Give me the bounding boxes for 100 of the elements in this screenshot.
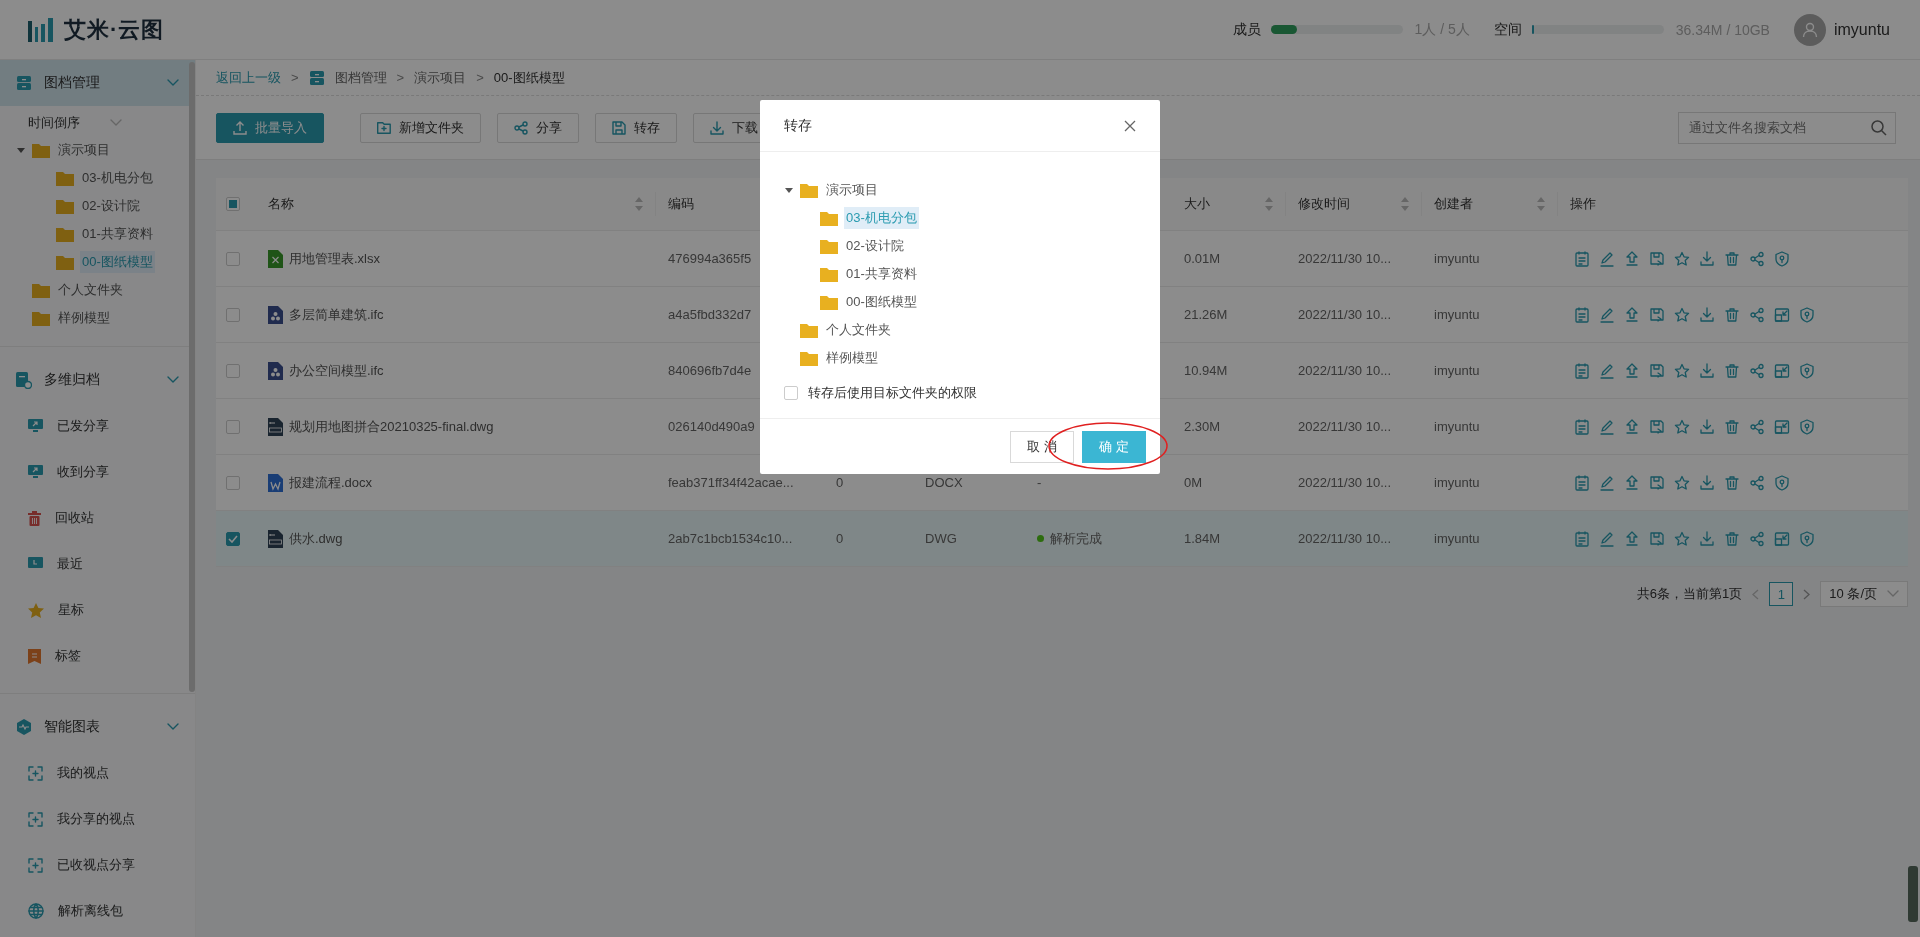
checkbox[interactable] bbox=[226, 419, 240, 434]
share-icon[interactable] bbox=[1749, 474, 1765, 491]
save-icon[interactable] bbox=[1649, 418, 1665, 435]
edit-icon[interactable] bbox=[1599, 530, 1615, 547]
list-icon[interactable] bbox=[1574, 474, 1590, 491]
download-icon[interactable] bbox=[1699, 250, 1715, 267]
checkbox[interactable] bbox=[226, 251, 240, 266]
delete-icon[interactable] bbox=[1724, 418, 1740, 435]
sort-dropdown[interactable]: 时间倒序 bbox=[28, 114, 80, 132]
download-icon[interactable] bbox=[1699, 474, 1715, 491]
folder-item[interactable]: 个人文件夹 bbox=[56, 279, 125, 301]
share-icon[interactable] bbox=[1749, 418, 1765, 435]
download-icon[interactable] bbox=[1699, 418, 1715, 435]
shield-icon[interactable] bbox=[1799, 418, 1815, 435]
save-icon[interactable] bbox=[1649, 306, 1665, 323]
delete-icon[interactable] bbox=[1724, 474, 1740, 491]
nav-item[interactable]: 解析离线包 bbox=[0, 888, 195, 934]
chevron-down-icon[interactable] bbox=[167, 376, 179, 384]
convert-icon[interactable] bbox=[1774, 362, 1790, 379]
toolbar-button[interactable]: 转存 bbox=[595, 112, 677, 143]
nav-item[interactable]: 已收视点分享 bbox=[0, 842, 195, 888]
upload-icon[interactable] bbox=[1624, 362, 1640, 379]
file-name[interactable]: 多层简单建筑.ifc bbox=[289, 305, 384, 324]
caret-icon[interactable] bbox=[785, 187, 793, 193]
folder-item[interactable]: 演示项目 bbox=[56, 139, 112, 161]
save-icon[interactable] bbox=[1649, 250, 1665, 267]
nav-item[interactable]: 我分享的视点 bbox=[0, 796, 195, 842]
sort-icon[interactable] bbox=[1265, 197, 1273, 211]
checkbox[interactable] bbox=[226, 475, 240, 490]
list-icon[interactable] bbox=[1574, 362, 1590, 379]
edit-icon[interactable] bbox=[1599, 362, 1615, 379]
save-icon[interactable] bbox=[1649, 530, 1665, 547]
save-icon[interactable] bbox=[1649, 362, 1665, 379]
shield-icon[interactable] bbox=[1799, 306, 1815, 323]
list-icon[interactable] bbox=[1574, 418, 1590, 435]
convert-icon[interactable] bbox=[1774, 418, 1790, 435]
user-name[interactable]: imyuntu bbox=[1833, 20, 1890, 39]
breadcrumb-item[interactable]: 演示项目 bbox=[414, 68, 467, 87]
download-icon[interactable] bbox=[1699, 362, 1715, 379]
checkbox[interactable] bbox=[226, 197, 240, 211]
folder-item[interactable]: 样例模型 bbox=[56, 307, 112, 329]
convert-icon[interactable] bbox=[1774, 306, 1790, 323]
upload-icon[interactable] bbox=[1624, 530, 1640, 547]
checkbox[interactable] bbox=[226, 531, 240, 546]
side-widget[interactable] bbox=[1908, 866, 1918, 922]
save-icon[interactable] bbox=[1649, 474, 1665, 491]
edit-icon[interactable] bbox=[1599, 250, 1615, 267]
search-field[interactable]: 通过文件名搜索文档 bbox=[1678, 111, 1896, 144]
breadcrumb-item[interactable]: 00-图纸模型 bbox=[493, 68, 565, 87]
file-name[interactable]: 用地管理表.xlsx bbox=[289, 249, 380, 268]
checkbox[interactable] bbox=[226, 363, 240, 378]
folder-item[interactable]: 03-机电分包 bbox=[844, 207, 919, 229]
shield-icon[interactable] bbox=[1799, 362, 1815, 379]
nav-item[interactable]: 我的视点 bbox=[0, 750, 195, 796]
share-icon[interactable] bbox=[1749, 530, 1765, 547]
star-icon[interactable] bbox=[1674, 362, 1690, 379]
avatar[interactable] bbox=[1793, 13, 1826, 46]
folder-item[interactable]: 演示项目 bbox=[824, 179, 880, 201]
chevron-down-icon[interactable] bbox=[110, 119, 122, 127]
toolbar-button[interactable]: 新增文件夹 bbox=[360, 112, 481, 143]
folder-item[interactable]: 02-设计院 bbox=[80, 195, 142, 217]
upload-icon[interactable] bbox=[1624, 418, 1640, 435]
shield-icon[interactable] bbox=[1774, 250, 1790, 267]
upload-icon[interactable] bbox=[1624, 474, 1640, 491]
share-icon[interactable] bbox=[1749, 250, 1765, 267]
list-icon[interactable] bbox=[1574, 530, 1590, 547]
download-icon[interactable] bbox=[1699, 306, 1715, 323]
caret-icon[interactable] bbox=[17, 147, 25, 153]
close-icon[interactable] bbox=[1124, 119, 1136, 132]
file-name[interactable]: 报建流程.docx bbox=[289, 473, 373, 492]
upload-icon[interactable] bbox=[1624, 306, 1640, 323]
file-name[interactable]: 规划用地图拼合20210325-final.dwg bbox=[289, 417, 494, 436]
search-icon[interactable] bbox=[1871, 119, 1887, 136]
star-icon[interactable] bbox=[1674, 306, 1690, 323]
star-icon[interactable] bbox=[1674, 250, 1690, 267]
download-icon[interactable] bbox=[1699, 530, 1715, 547]
share-icon[interactable] bbox=[1749, 362, 1765, 379]
file-name[interactable]: 办公空间模型.ifc bbox=[289, 361, 384, 380]
toolbar-button[interactable]: 批量导入 bbox=[216, 112, 324, 143]
file-name[interactable]: 供水.dwg bbox=[289, 529, 343, 548]
folder-item[interactable]: 00-图纸模型 bbox=[844, 291, 919, 313]
sort-icon[interactable] bbox=[1537, 197, 1545, 211]
page-button[interactable]: 1 bbox=[1769, 582, 1794, 606]
folder-item[interactable]: 01-共享资料 bbox=[80, 223, 155, 245]
chevron-down-icon[interactable] bbox=[1887, 590, 1899, 598]
share-icon[interactable] bbox=[1749, 306, 1765, 323]
sort-icon[interactable] bbox=[1401, 197, 1409, 211]
folder-item[interactable]: 个人文件夹 bbox=[824, 319, 893, 341]
breadcrumb-item[interactable]: 图档管理 bbox=[334, 68, 387, 87]
delete-icon[interactable] bbox=[1724, 362, 1740, 379]
scrollbar[interactable] bbox=[189, 62, 195, 692]
star-icon[interactable] bbox=[1674, 530, 1690, 547]
edit-icon[interactable] bbox=[1599, 306, 1615, 323]
delete-icon[interactable] bbox=[1724, 530, 1740, 547]
convert-icon[interactable] bbox=[1774, 530, 1790, 547]
chevron-left-icon[interactable] bbox=[1752, 588, 1760, 600]
shield-icon[interactable] bbox=[1774, 474, 1790, 491]
toolbar-button[interactable]: 分享 bbox=[497, 112, 579, 143]
folder-item[interactable]: 样例模型 bbox=[824, 347, 880, 369]
back-link[interactable]: 返回上一级 bbox=[216, 68, 281, 87]
